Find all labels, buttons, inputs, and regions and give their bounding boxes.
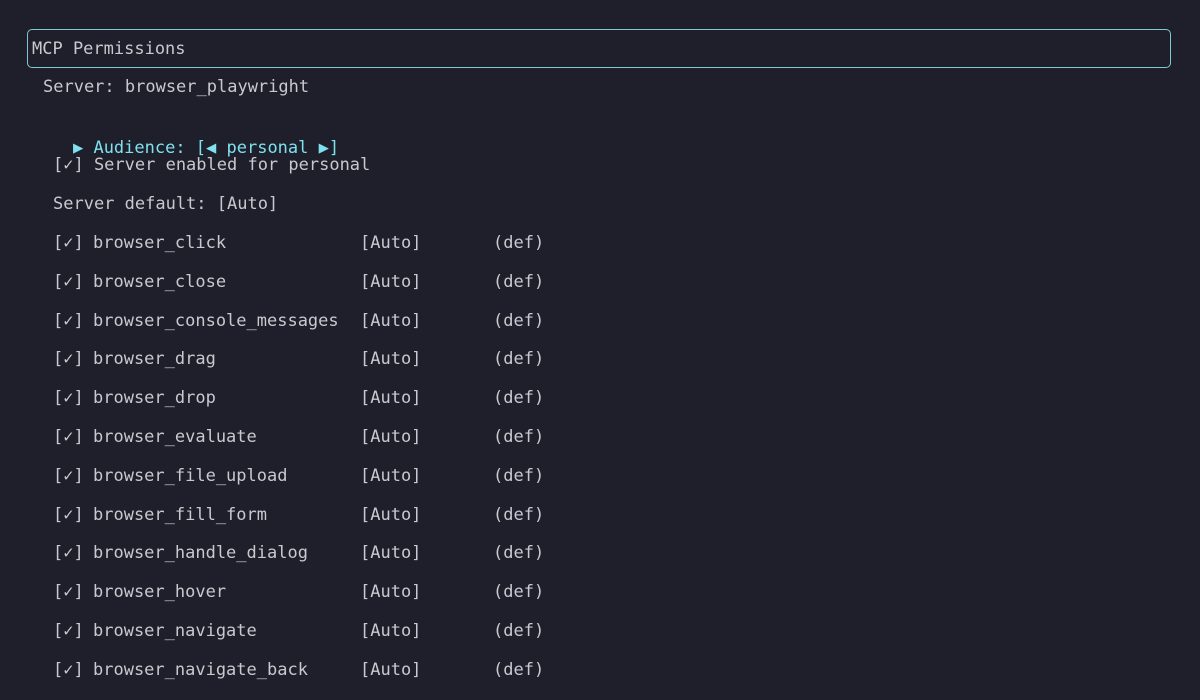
tool-name: browser_click xyxy=(93,233,227,253)
panel-title: MCP Permissions xyxy=(32,39,186,59)
tool-name: browser_evaluate xyxy=(93,427,257,447)
tool-row-browser_navigate_back[interactable]: [✓] browser_navigate_back [Auto] (def) xyxy=(53,659,653,681)
tool-row-browser_drop[interactable]: [✓] browser_drop [Auto] (def) xyxy=(53,387,653,409)
tool-mode[interactable]: [Auto] xyxy=(360,426,421,448)
tool-row-browser_evaluate[interactable]: [✓] browser_evaluate [Auto] (def) xyxy=(53,426,653,448)
tool-checkbox[interactable]: [✓] xyxy=(53,271,84,293)
tool-row-browser_drag[interactable]: [✓] browser_drag [Auto] (def) xyxy=(53,348,653,370)
tool-mode[interactable]: [Auto] xyxy=(360,271,421,293)
tool-source: (def) xyxy=(493,504,545,525)
tool-mode[interactable]: [Auto] xyxy=(360,542,421,564)
tool-name: browser_drop xyxy=(93,388,216,409)
tool-name: browser_fill_form xyxy=(93,504,267,525)
server-name: Server: browser_playwright xyxy=(43,77,310,97)
tool-checkbox[interactable]: [✓] xyxy=(53,620,84,642)
tool-checkbox[interactable]: [✓] xyxy=(53,232,84,254)
tool-checkbox[interactable]: [✓] xyxy=(53,581,84,603)
tool-source: (def) xyxy=(493,659,545,680)
tool-source: (def) xyxy=(493,621,545,641)
tool-source: (def) xyxy=(493,427,545,447)
tool-name: browser_navigate_back xyxy=(93,659,308,680)
tool-checkbox[interactable]: [✓] xyxy=(53,387,84,409)
tool-name: browser_drag xyxy=(93,349,216,370)
tool-row-browser_hover[interactable]: [✓] browser_hover [Auto] (def) xyxy=(53,581,653,603)
tool-name: browser_hover xyxy=(93,582,227,603)
tool-checkbox[interactable]: [✓] xyxy=(53,310,84,332)
tool-checkbox[interactable]: [✓] xyxy=(53,465,84,487)
tool-source: (def) xyxy=(493,543,545,564)
tool-row-browser_click[interactable]: [✓] browser_click [Auto] (def) xyxy=(53,232,653,254)
tool-row-browser_close[interactable]: [✓] browser_close [Auto] (def) xyxy=(53,271,653,293)
tool-source: (def) xyxy=(493,233,545,253)
tool-source: (def) xyxy=(493,582,545,603)
tool-checkbox[interactable]: [✓] xyxy=(53,348,84,370)
tool-mode[interactable]: [Auto] xyxy=(360,348,421,370)
tool-mode[interactable]: [Auto] xyxy=(360,659,421,681)
tool-mode[interactable]: [Auto] xyxy=(360,465,421,487)
tool-mode[interactable]: [Auto] xyxy=(360,620,421,642)
tool-source: (def) xyxy=(493,271,545,292)
tool-row-browser_handle_dialog[interactable]: [✓] browser_handle_dialog [Auto] (def) xyxy=(53,542,653,564)
server-enabled-toggle[interactable]: [✓] Server enabled for personal xyxy=(53,154,370,176)
tool-row-browser_file_upload[interactable]: [✓] browser_file_upload [Auto] (def) xyxy=(53,465,653,487)
tool-source: (def) xyxy=(493,465,545,486)
tool-checkbox[interactable]: [✓] xyxy=(53,504,84,526)
tool-mode[interactable]: [Auto] xyxy=(360,504,421,526)
tool-source: (def) xyxy=(493,349,545,370)
tool-checkbox[interactable]: [✓] xyxy=(53,659,84,681)
tool-name: browser_handle_dialog xyxy=(93,543,308,564)
tool-name: browser_navigate xyxy=(93,621,257,641)
tool-mode[interactable]: [Auto] xyxy=(360,387,421,409)
mcp-permissions-panel: MCP Permissions Server: browser_playwrig… xyxy=(0,0,1200,700)
tool-source: (def) xyxy=(493,310,545,331)
title-box: MCP Permissions xyxy=(27,29,1171,68)
tool-row-browser_fill_form[interactable]: [✓] browser_fill_form [Auto] (def) xyxy=(53,504,653,526)
tool-row-browser_console_messages[interactable]: [✓] browser_console_messages [Auto] (def) xyxy=(53,310,653,332)
tool-checkbox[interactable]: [✓] xyxy=(53,426,84,448)
tool-checkbox[interactable]: [✓] xyxy=(53,542,84,564)
tool-source: (def) xyxy=(493,388,545,409)
tool-mode[interactable]: [Auto] xyxy=(360,581,421,603)
tool-name: browser_close xyxy=(93,271,227,292)
tool-mode[interactable]: [Auto] xyxy=(360,232,421,254)
tool-name: browser_file_upload xyxy=(93,465,288,486)
server-default-mode[interactable]: Server default: [Auto] xyxy=(53,193,278,215)
audience-selector[interactable]: ▶ Audience: [◀ personal ▶] xyxy=(32,115,339,158)
tool-name: browser_console_messages xyxy=(93,310,339,331)
tool-mode[interactable]: [Auto] xyxy=(360,310,421,332)
tool-row-browser_navigate[interactable]: [✓] browser_navigate [Auto] (def) xyxy=(53,620,653,642)
